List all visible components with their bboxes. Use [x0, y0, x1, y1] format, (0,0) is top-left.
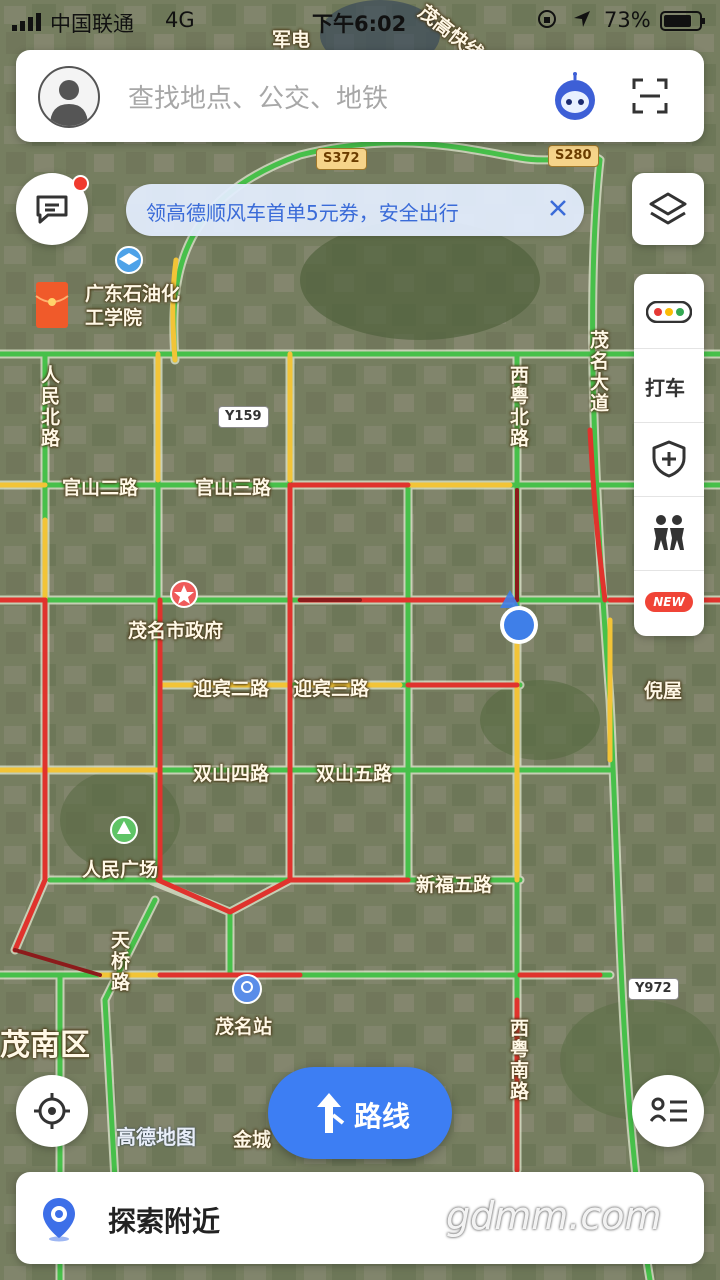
- traffic-button[interactable]: [634, 274, 704, 349]
- poi-marker-gov: [170, 580, 198, 608]
- layers-icon: [649, 192, 687, 225]
- place-label-station[interactable]: 茂名站: [215, 1012, 272, 1039]
- people-icon: [654, 515, 684, 550]
- road-label: 天桥路: [108, 930, 130, 993]
- road-label: 迎宾三路: [293, 678, 370, 700]
- status-bar: 中国联通 4G 下午6:02 73%: [0, 0, 720, 40]
- family-button[interactable]: [634, 496, 704, 571]
- carrier-name: 中国联通: [50, 12, 134, 36]
- road-label: 西粤北路: [507, 365, 529, 449]
- watermark: gdmm.com: [446, 1194, 662, 1238]
- layers-button[interactable]: [632, 173, 704, 245]
- network-type: 4G: [165, 8, 195, 32]
- battery-percent: 73%: [604, 8, 651, 32]
- shield-icon: [652, 440, 686, 478]
- poi-marker-park: [110, 816, 138, 844]
- poi-marker-station: [232, 974, 262, 1004]
- scan-icon[interactable]: [632, 78, 668, 118]
- crosshair-icon: [34, 1093, 70, 1129]
- promo-text[interactable]: 领高德顺风车首单5元券，安全出行: [146, 197, 459, 226]
- road-badge: Y159: [218, 406, 269, 428]
- voice-assistant-icon[interactable]: [550, 72, 600, 126]
- nearby-list-button[interactable]: [632, 1075, 704, 1147]
- district-label: 茂南区: [0, 1028, 90, 1063]
- taxi-button[interactable]: 打车: [634, 348, 704, 423]
- location-pin-icon: [43, 1198, 75, 1242]
- road-label: 官山二路: [62, 477, 139, 499]
- search-input[interactable]: 查找地点、公交、地铁: [128, 78, 388, 115]
- road-label: 茂名大道: [587, 330, 609, 414]
- battery-icon: [660, 11, 706, 36]
- signal-icon: [12, 12, 44, 36]
- explore-nearby-card[interactable]: 探索附近 gdmm.com: [16, 1172, 704, 1264]
- road-label: 金城: [233, 1129, 272, 1151]
- clock: 下午6:02: [312, 12, 407, 36]
- road-badge: S280: [548, 145, 599, 167]
- road-label: 人民北路: [38, 365, 60, 449]
- promo-banner[interactable]: 领高德顺风车首单5元券，安全出行: [126, 184, 584, 236]
- traffic-light-icon: [646, 301, 692, 323]
- explore-nearby-label: 探索附近: [108, 1205, 221, 1238]
- notification-dot: [72, 175, 89, 192]
- safety-button[interactable]: [634, 422, 704, 497]
- place-label-school[interactable]: 广东石油化工学院: [85, 282, 185, 330]
- place-label-nidou[interactable]: 倪屋: [644, 676, 682, 703]
- message-icon: [36, 195, 68, 224]
- message-button[interactable]: [16, 173, 89, 245]
- locate-me-button[interactable]: [16, 1075, 88, 1147]
- road-label: 双山五路: [316, 763, 393, 785]
- road-label: 双山四路: [193, 763, 270, 785]
- poi-marker-school: [115, 246, 143, 274]
- rotation-lock-icon: [537, 9, 557, 34]
- new-feature-button[interactable]: NEW: [634, 570, 704, 636]
- place-label-square[interactable]: 人民广场: [82, 855, 158, 882]
- place-label-gov[interactable]: 茂名市政府: [128, 616, 223, 643]
- close-icon[interactable]: [546, 196, 570, 224]
- list-icon: [650, 1097, 687, 1122]
- road-badge: S372: [316, 148, 367, 170]
- amap-logo: 高德地图: [116, 1125, 196, 1149]
- avatar[interactable]: [38, 66, 100, 128]
- route-button[interactable]: 路线: [268, 1067, 452, 1159]
- search-bar[interactable]: 查找地点、公交、地铁: [16, 50, 704, 142]
- location-arrow-icon: [572, 9, 592, 34]
- route-label: 路线: [354, 1100, 411, 1133]
- road-label: 官山三路: [195, 477, 272, 499]
- road-label: 新福五路: [416, 874, 493, 896]
- road-badge: Y972: [628, 978, 679, 1000]
- road-label: 迎宾二路: [193, 678, 270, 700]
- red-envelope-icon: [35, 282, 69, 328]
- taxi-label: 打车: [645, 376, 685, 400]
- route-arrow-icon: [317, 1093, 345, 1133]
- road-label: 西粤南路: [507, 1018, 529, 1102]
- side-tool-panel: 打车 NEW: [634, 274, 704, 636]
- new-badge: NEW: [645, 592, 693, 612]
